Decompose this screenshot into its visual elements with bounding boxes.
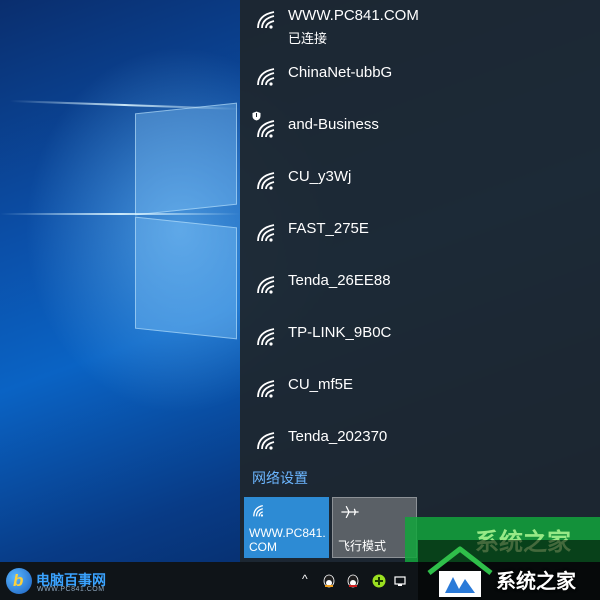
wifi-quick-action-tile[interactable]: WWW.PC841. COM [244, 497, 329, 558]
network-item[interactable]: and-Business [240, 109, 600, 161]
wifi-signal-icon [257, 328, 275, 346]
wifi-tile-label: WWW.PC841. COM [249, 526, 326, 554]
security-shield-icon [252, 111, 261, 121]
wifi-signal-icon [257, 172, 275, 190]
wifi-signal-icon [257, 432, 275, 450]
network-ssid: ChinaNet-ubbG [288, 64, 393, 81]
wifi-signal-icon [257, 11, 275, 29]
wifi-signal-icon [257, 68, 275, 86]
network-ssid: CU_y3Wj [288, 168, 352, 185]
window-logo-pane [135, 102, 237, 216]
network-item[interactable]: FAST_275E [240, 213, 600, 265]
wifi-icon [253, 504, 264, 517]
light-beam [0, 213, 240, 215]
network-ssid: FAST_275E [288, 220, 369, 237]
watermark-text: 系统之家 [496, 571, 576, 593]
wifi-tile-label-line2: COM [249, 540, 277, 554]
network-status: 已连接 [288, 31, 328, 46]
qq-penguin-icon[interactable] [346, 574, 360, 588]
watermark-house-logo-icon [427, 546, 493, 597]
brand-mark: b [13, 571, 24, 590]
wifi-tile-label-line1: WWW.PC841. [249, 526, 326, 540]
network-ssid: WWW.PC841.COM [288, 7, 419, 24]
wifi-signal-icon [257, 120, 275, 138]
network-item[interactable]: Tenda_202370 [240, 421, 600, 473]
network-item[interactable]: CU_mf5E [240, 369, 600, 421]
network-ssid: CU_mf5E [288, 376, 354, 393]
network-settings-link[interactable]: 网络设置 [252, 468, 308, 488]
network-ssid: and-Business [288, 116, 379, 133]
wifi-signal-icon [257, 224, 275, 242]
brand-url: WWW.PC841.COM [37, 586, 105, 593]
window-logo-pane [135, 216, 237, 340]
airplane-icon [341, 505, 359, 519]
wifi-signal-icon [257, 276, 275, 294]
network-item[interactable]: WWW.PC841.COM 已连接 [240, 0, 600, 52]
qq-penguin-icon[interactable] [322, 574, 336, 588]
wifi-signal-icon [257, 380, 275, 398]
network-item[interactable]: ChinaNet-ubbG [240, 57, 600, 109]
network-item[interactable]: Tenda_26EE88 [240, 265, 600, 317]
show-hidden-icons-chevron-icon[interactable]: ^ [302, 572, 316, 586]
network-ssid: Tenda_202370 [288, 428, 388, 445]
network-item[interactable]: CU_y3Wj [240, 161, 600, 213]
network-item[interactable]: TP-LINK_9B0C [240, 317, 600, 369]
airplane-tile-label: 飞行模式 [338, 539, 387, 553]
network-tray-icon[interactable] [394, 574, 408, 588]
network-ssid: Tenda_26EE88 [288, 272, 391, 289]
network-ssid: TP-LINK_9B0C [288, 324, 392, 341]
add-plus-icon[interactable] [372, 574, 386, 588]
